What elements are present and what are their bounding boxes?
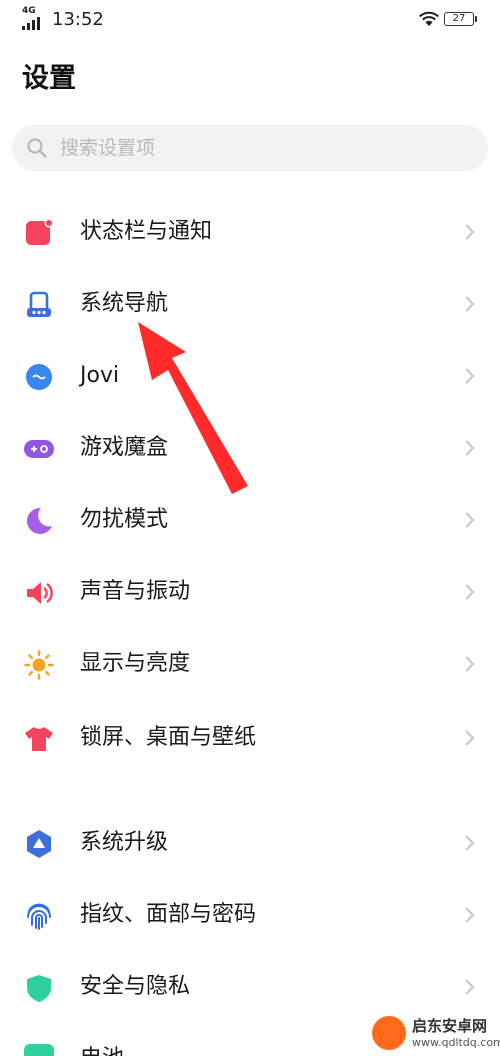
watermark-logo-icon xyxy=(372,1016,406,1050)
game-box-icon xyxy=(24,440,54,458)
sun-icon xyxy=(24,650,54,680)
settings-item-do-not-disturb[interactable]: 勿扰模式 xyxy=(0,484,500,556)
settings-item-display[interactable]: 显示与亮度 xyxy=(0,628,500,700)
settings-item-label: 安全与隐私 xyxy=(80,974,191,999)
settings-item-label: 系统升级 xyxy=(80,830,169,855)
watermark-url: www.qdltdq.com xyxy=(412,1036,500,1049)
fingerprint-icon xyxy=(27,903,51,930)
battery-indicator: 27 xyxy=(444,12,477,26)
battery-icon xyxy=(24,1044,54,1056)
settings-item-game-box[interactable]: 游戏魔盒 xyxy=(0,412,500,484)
chevron-right-icon xyxy=(465,907,475,923)
settings-item-system-update[interactable]: 系统升级 xyxy=(0,807,500,879)
chevron-right-icon xyxy=(465,835,475,851)
speaker-icon xyxy=(27,582,53,604)
chevron-right-icon xyxy=(465,440,475,456)
settings-item-label: 指纹、面部与密码 xyxy=(80,902,257,927)
settings-item-sound[interactable]: 声音与振动 xyxy=(0,556,500,628)
status-bar: 4G 13:52 27 xyxy=(0,0,500,40)
chevron-right-icon xyxy=(465,979,475,995)
clock: 13:52 xyxy=(52,9,104,30)
chevron-right-icon xyxy=(465,296,475,312)
search-input[interactable] xyxy=(60,125,460,171)
network-type: 4G xyxy=(22,6,36,16)
settings-item-label: 游戏魔盒 xyxy=(80,435,169,460)
watermark: 启东安卓网 www.qdltdq.com xyxy=(372,1014,500,1054)
signal-icon xyxy=(22,17,40,30)
settings-item-label: 勿扰模式 xyxy=(80,507,169,532)
search-bar[interactable] xyxy=(12,125,488,171)
watermark-title: 启东安卓网 xyxy=(412,1017,488,1035)
search-icon xyxy=(27,138,47,158)
chevron-right-icon xyxy=(465,224,475,240)
settings-item-wallpaper[interactable]: 锁屏、桌面与壁纸 xyxy=(0,702,500,774)
chevron-right-icon xyxy=(465,584,475,600)
chevron-right-icon xyxy=(465,656,475,672)
notification-icon xyxy=(26,218,54,245)
settings-item-label: Jovi xyxy=(80,363,120,388)
settings-item-label: 显示与亮度 xyxy=(80,651,191,676)
chevron-right-icon xyxy=(465,512,475,528)
settings-item-label: 声音与振动 xyxy=(80,579,191,604)
jovi-icon xyxy=(26,364,52,390)
settings-item-label: 锁屏、桌面与壁纸 xyxy=(80,725,257,750)
settings-item-security[interactable]: 安全与隐私 xyxy=(0,951,500,1023)
shirt-icon xyxy=(25,727,53,751)
settings-item-label: 状态栏与通知 xyxy=(80,219,213,244)
settings-item-fingerprint[interactable]: 指纹、面部与密码 xyxy=(0,879,500,951)
moon-icon xyxy=(27,507,52,534)
shield-icon xyxy=(27,975,51,1002)
settings-item-jovi[interactable]: Jovi xyxy=(0,340,500,412)
page-title: 设置 xyxy=(22,63,76,94)
chevron-right-icon xyxy=(465,730,475,746)
settings-item-battery-label[interactable]: 电池 xyxy=(80,1040,124,1056)
wifi-icon xyxy=(419,11,439,26)
upgrade-icon xyxy=(27,830,51,858)
settings-item-navigation[interactable]: 系统导航 xyxy=(0,268,500,340)
navigation-icon xyxy=(27,291,51,317)
settings-item-label: 系统导航 xyxy=(80,291,169,316)
settings-item-status-bar[interactable]: 状态栏与通知 xyxy=(0,196,500,268)
chevron-right-icon xyxy=(465,368,475,384)
